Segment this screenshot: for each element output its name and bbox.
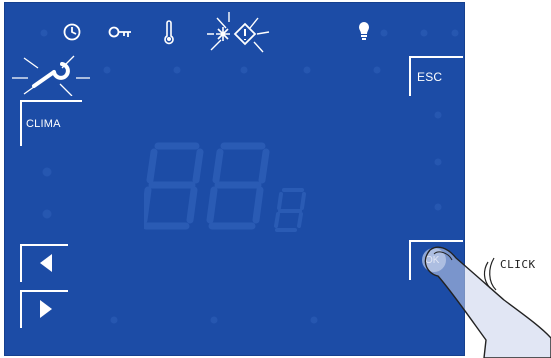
esc-button-label: ESC bbox=[417, 70, 443, 84]
snowflake-warning-icon bbox=[199, 6, 279, 62]
thermometer-icon bbox=[162, 20, 176, 46]
ok-button[interactable]: OK bbox=[409, 240, 463, 280]
seven-segment-digits bbox=[144, 142, 306, 232]
key-icon bbox=[108, 24, 134, 40]
clima-button[interactable]: CLIMA bbox=[20, 100, 82, 146]
control-panel-display: ESC CLIMA OK bbox=[4, 2, 465, 356]
arrow-right-icon bbox=[40, 300, 52, 318]
ok-button-label: OK bbox=[425, 255, 440, 266]
wrench-icon bbox=[10, 52, 92, 96]
arrow-left-icon bbox=[40, 254, 52, 272]
click-annotation: CLICK bbox=[500, 258, 536, 271]
lightbulb-icon bbox=[357, 20, 371, 42]
prev-button[interactable] bbox=[20, 244, 68, 282]
clock-icon bbox=[62, 22, 82, 42]
clima-button-label: CLIMA bbox=[26, 118, 61, 130]
esc-button[interactable]: ESC bbox=[409, 56, 463, 96]
next-button[interactable] bbox=[20, 290, 68, 328]
